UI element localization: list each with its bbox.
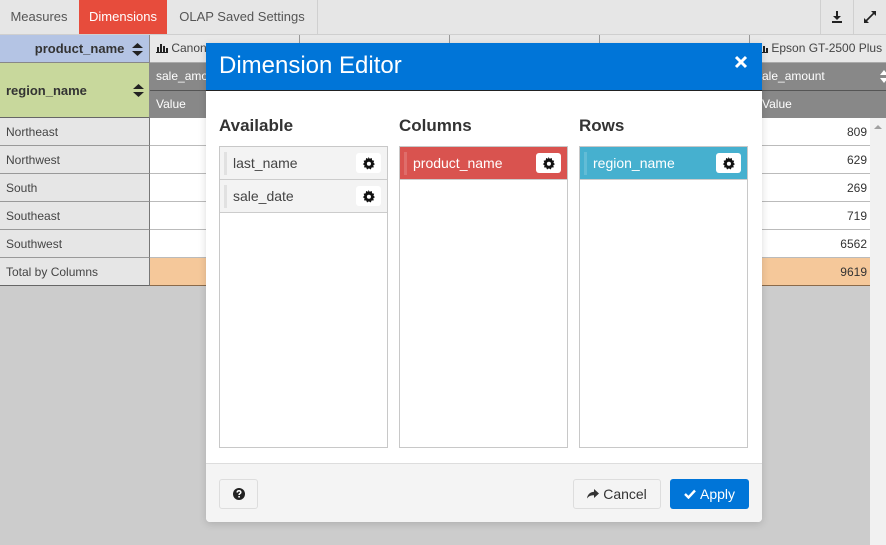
apply-label: Apply xyxy=(699,486,736,502)
total-row-label: Total by Columns xyxy=(0,258,150,286)
settings-button[interactable] xyxy=(716,153,741,173)
row-dimension-label: region_name xyxy=(6,83,87,98)
measure-label: sale_amo xyxy=(156,69,209,83)
column-header-label: Canon xyxy=(171,41,207,55)
dimension-item-region-name[interactable]: region_name xyxy=(580,147,747,180)
dimension-label: region_name xyxy=(593,155,675,171)
rows-title: Rows xyxy=(579,116,625,135)
table-cell-value: 6562 xyxy=(840,237,867,251)
table-cell-value: 719 xyxy=(846,209,867,223)
cancel-label: Cancel xyxy=(603,486,647,502)
row-label: Northeast xyxy=(0,118,150,146)
share-arrow-icon xyxy=(587,489,600,499)
column-dimension-label: product_name xyxy=(34,41,125,56)
row-label: South xyxy=(0,174,150,202)
gear-icon xyxy=(722,156,735,170)
scroll-up-icon[interactable] xyxy=(870,122,886,134)
measure-label: ale_amount xyxy=(762,69,825,83)
chart-icon xyxy=(156,44,168,53)
drag-handle[interactable] xyxy=(224,152,227,175)
drag-handle[interactable] xyxy=(584,152,587,175)
fullscreen-icon xyxy=(863,11,876,23)
columns-title: Columns xyxy=(399,116,472,135)
total-cell-value: 9619 xyxy=(840,265,867,279)
available-list[interactable]: last_name sale_date xyxy=(219,146,388,448)
close-button[interactable] xyxy=(734,55,750,71)
dialog-title: Dimension Editor xyxy=(219,52,402,79)
row-dimension-header[interactable]: region_name xyxy=(0,63,150,118)
settings-button[interactable] xyxy=(356,153,381,173)
row-label: Southeast xyxy=(0,202,150,230)
dimension-item-last-name[interactable]: last_name xyxy=(220,147,387,180)
sort-icon xyxy=(133,84,144,97)
rows-list[interactable]: region_name xyxy=(579,146,748,448)
settings-button[interactable] xyxy=(356,186,381,206)
row-label: Southwest xyxy=(0,230,150,258)
column-header-epson[interactable]: Epson GT-2500 Plus xyxy=(750,35,886,63)
dimension-label: last_name xyxy=(233,155,298,171)
drag-handle[interactable] xyxy=(224,185,227,208)
dimension-item-product-name[interactable]: product_name xyxy=(400,147,567,180)
toolbar: Measures Dimensions OLAP Saved Settings xyxy=(0,0,886,35)
settings-button[interactable] xyxy=(536,153,561,173)
table-cell-value: 629 xyxy=(846,153,867,167)
dialog-header: Dimension Editor xyxy=(206,43,762,91)
sort-icon xyxy=(132,43,143,57)
help-icon xyxy=(232,488,245,500)
column-dimension-header[interactable]: product_name xyxy=(0,35,150,63)
tab-dimensions[interactable]: Dimensions xyxy=(79,0,167,34)
sort-icon[interactable] xyxy=(880,70,886,83)
dimension-label: sale_date xyxy=(233,188,294,204)
tab-olap-saved-settings[interactable]: OLAP Saved Settings xyxy=(167,0,318,34)
dialog-footer: Cancel Apply xyxy=(206,463,762,522)
dimension-editor-dialog: Dimension Editor Available Columns Rows … xyxy=(206,43,762,522)
check-icon xyxy=(684,489,696,499)
help-button[interactable] xyxy=(219,479,258,509)
download-icon xyxy=(831,11,842,23)
close-icon xyxy=(734,55,748,69)
dimension-label: product_name xyxy=(413,155,503,171)
cancel-button[interactable]: Cancel xyxy=(573,479,661,509)
value-label: Value xyxy=(762,97,792,111)
download-button[interactable] xyxy=(820,0,852,34)
vertical-scrollbar[interactable] xyxy=(870,118,886,545)
table-cell-value: 269 xyxy=(846,181,867,195)
gear-icon xyxy=(362,156,375,170)
gear-icon xyxy=(362,189,375,203)
tab-measures[interactable]: Measures xyxy=(0,0,78,34)
value-label: Value xyxy=(156,97,186,111)
fullscreen-button[interactable] xyxy=(853,0,885,34)
table-cell-value: 809 xyxy=(846,125,867,139)
row-label: Northwest xyxy=(0,146,150,174)
gear-icon xyxy=(542,156,555,170)
dimension-item-sale-date[interactable]: sale_date xyxy=(220,180,387,213)
apply-button[interactable]: Apply xyxy=(670,479,749,509)
columns-list[interactable]: product_name xyxy=(399,146,568,448)
column-header-label: Epson GT-2500 Plus xyxy=(771,41,883,55)
drag-handle[interactable] xyxy=(404,152,407,175)
available-title: Available xyxy=(219,116,294,135)
